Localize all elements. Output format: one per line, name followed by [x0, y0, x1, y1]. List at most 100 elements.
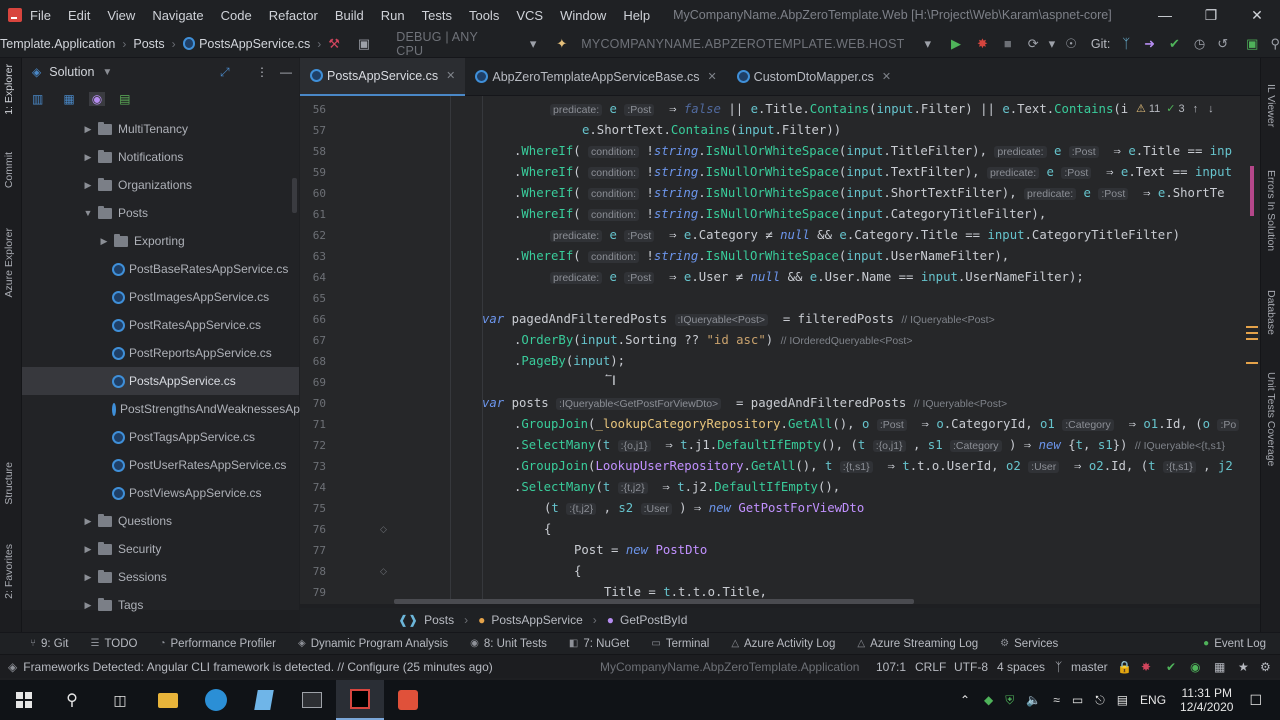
- menu-tools[interactable]: Tools: [469, 8, 499, 23]
- build-config-select[interactable]: DEBUG | ANY CPU: [396, 30, 502, 58]
- tab-app-service-base[interactable]: AbpZeroTemplateAppServiceBase.cs ✕: [465, 58, 726, 96]
- tool-window-button[interactable]: △ Azure Activity Log: [731, 638, 835, 650]
- collapse-icon[interactable]: ⤢: [220, 65, 230, 80]
- network-icon[interactable]: ▤: [1117, 693, 1128, 707]
- search-everywhere-icon[interactable]: ☉: [1065, 36, 1077, 52]
- taskbar-app-red[interactable]: [384, 680, 432, 720]
- menu-file[interactable]: File: [30, 8, 51, 23]
- arrow-down-icon[interactable]: ↓: [1208, 103, 1214, 115]
- close-tab-icon[interactable]: ✕: [882, 70, 891, 83]
- minimize-button[interactable]: —: [1142, 0, 1188, 30]
- tab-custom-dto-mapper[interactable]: CustomDtoMapper.cs ✕: [727, 58, 901, 96]
- settings-icon[interactable]: ⚙: [1260, 660, 1271, 674]
- tab-posts-app-service[interactable]: PostsAppService.cs ✕: [300, 57, 466, 96]
- tree-item[interactable]: ▶ Organizations: [22, 171, 299, 199]
- restore-button[interactable]: ❐: [1188, 0, 1234, 30]
- hammer-icon[interactable]: ⚒: [328, 36, 340, 52]
- tree-item[interactable]: PostImagesAppService.cs: [22, 283, 299, 311]
- menu-tests[interactable]: Tests: [422, 8, 452, 23]
- chevron-up-icon[interactable]: ⌃: [960, 693, 970, 707]
- menu-window[interactable]: Window: [560, 8, 606, 23]
- tool-tab-explorer[interactable]: 1: Explorer: [3, 64, 15, 115]
- wifi-icon[interactable]: ≈: [1053, 693, 1060, 707]
- tool-tab-database[interactable]: Database: [1265, 290, 1277, 335]
- menu-build[interactable]: Build: [335, 8, 364, 23]
- tray-app-icon[interactable]: ◆: [984, 693, 993, 707]
- git-branch[interactable]: master: [1071, 660, 1108, 674]
- close-tab-icon[interactable]: ✕: [707, 70, 716, 83]
- tool-tab-unit-tests-coverage[interactable]: Unit Tests Coverage: [1265, 372, 1277, 466]
- error-stripe-marker[interactable]: [1246, 362, 1258, 364]
- chevron-right-icon[interactable]: ▶: [82, 180, 94, 191]
- taskbar-app-rider[interactable]: [336, 680, 384, 720]
- file-encoding[interactable]: UTF-8: [954, 660, 988, 674]
- close-window-button[interactable]: ✕: [1234, 0, 1280, 30]
- select-opened-icon[interactable]: ▥: [32, 92, 43, 106]
- language-indicator[interactable]: ENG: [1140, 693, 1166, 707]
- inspection-status-icon[interactable]: ✸: [1141, 660, 1151, 674]
- tool-tab-azure-explorer[interactable]: Azure Explorer: [3, 228, 15, 297]
- tool-window-button[interactable]: ◔ Performance Profiler: [159, 638, 276, 650]
- tree-item[interactable]: ▶ Tags: [22, 591, 299, 619]
- ok-status-icon[interactable]: ✔: [1166, 660, 1176, 674]
- tool-window-button[interactable]: ◧ 7: NuGet: [569, 638, 629, 650]
- tool-window-button[interactable]: ◉ 8: Unit Tests: [470, 638, 547, 650]
- rider-logo-icon[interactable]: [0, 7, 30, 23]
- history-icon[interactable]: ◷: [1194, 36, 1205, 52]
- menu-refactor[interactable]: Refactor: [269, 8, 318, 23]
- arrow-up-icon[interactable]: ↑: [1193, 103, 1199, 115]
- chevron-down-icon[interactable]: ▼: [102, 67, 112, 78]
- chevron-down-icon[interactable]: ▾: [1049, 36, 1056, 52]
- lock-icon[interactable]: 🔒: [1117, 660, 1132, 674]
- hide-panel-icon[interactable]: —: [280, 65, 292, 79]
- tree-item[interactable]: ▶ Notifications: [22, 143, 299, 171]
- git-push-icon[interactable]: ➜: [1144, 36, 1155, 52]
- clock[interactable]: 11:31 PM 12/4/2020: [1180, 686, 1233, 714]
- cursor-position[interactable]: 107:1: [876, 660, 906, 674]
- chevron-right-icon[interactable]: ▶: [82, 516, 94, 527]
- layout-icon[interactable]: ▣: [1246, 36, 1258, 52]
- tool-window-button[interactable]: ⑂ 9: Git: [30, 638, 68, 650]
- volume-icon[interactable]: 🔈: [1026, 693, 1041, 707]
- tool-tab-favorites[interactable]: 2: Favorites: [3, 544, 15, 599]
- error-stripe-marker[interactable]: [1246, 326, 1258, 328]
- notifications-icon[interactable]: ★: [1238, 660, 1249, 674]
- code-editor[interactable]: 56 57 58 59 60 61 62 63 64 65 66 67 68 69 70 71 72 73 74 75…: [300, 96, 1260, 604]
- tree-item[interactable]: ▼ Posts: [22, 199, 299, 227]
- tree-item[interactable]: ▶ Sessions: [22, 563, 299, 591]
- stop-icon[interactable]: ■: [1004, 36, 1012, 51]
- run-config-select[interactable]: MYCOMPANYNAME.ABPZEROTEMPLATE.WEB.HOST: [581, 37, 904, 51]
- tree-item[interactable]: PostBaseRatesAppService.cs: [22, 255, 299, 283]
- chevron-right-icon[interactable]: ▶: [82, 124, 94, 135]
- nav-crumb-folder[interactable]: Posts: [133, 37, 164, 51]
- tree-item[interactable]: PostsAppService.cs: [22, 367, 299, 395]
- battery-icon[interactable]: ▭: [1072, 693, 1083, 707]
- tree-item[interactable]: ▶ Questions: [22, 507, 299, 535]
- menu-vcs[interactable]: VCS: [516, 8, 543, 23]
- usb-icon[interactable]: ⎋: [1095, 693, 1105, 708]
- start-button[interactable]: [0, 680, 48, 720]
- chevron-right-icon[interactable]: ▶: [82, 600, 94, 611]
- nav-crumb-project[interactable]: Template.Application: [0, 37, 115, 51]
- inspection-widget[interactable]: ⚠ 11 ✓ 3 ↑ ↓: [1136, 102, 1214, 116]
- tool-window-button[interactable]: ☰ TODO: [90, 638, 137, 650]
- status-project[interactable]: MyCompanyName.AbpZeroTemplate.Applicatio…: [600, 660, 859, 674]
- status-message[interactable]: Frameworks Detected: Angular CLI framewo…: [23, 660, 493, 674]
- menu-code[interactable]: Code: [221, 8, 252, 23]
- tree-item[interactable]: PostStrengthsAndWeaknessesAp: [22, 395, 300, 423]
- taskbar-app-explorer[interactable]: [144, 680, 192, 720]
- tree-item[interactable]: PostTagsAppService.cs: [22, 423, 299, 451]
- memory-icon[interactable]: ▦: [1214, 660, 1225, 674]
- task-view-button[interactable]: ◫: [96, 680, 144, 720]
- search-icon[interactable]: ⚲: [1270, 36, 1280, 52]
- search-button[interactable]: ⚲: [48, 680, 96, 720]
- line-ending[interactable]: CRLF: [915, 660, 946, 674]
- chevron-right-icon[interactable]: ▶: [82, 572, 94, 583]
- tree-item[interactable]: PostViewsAppService.cs: [22, 479, 299, 507]
- tests-status-icon[interactable]: ◉: [1190, 660, 1200, 674]
- chevron-right-icon[interactable]: ▶: [82, 152, 94, 163]
- tree-item[interactable]: ▶ MultiTenancy: [22, 115, 299, 143]
- rollback-icon[interactable]: ↺: [1217, 36, 1228, 52]
- breadcrumb-item[interactable]: ● PostsAppService: [478, 613, 583, 627]
- git-commit-icon[interactable]: ✔: [1169, 36, 1180, 52]
